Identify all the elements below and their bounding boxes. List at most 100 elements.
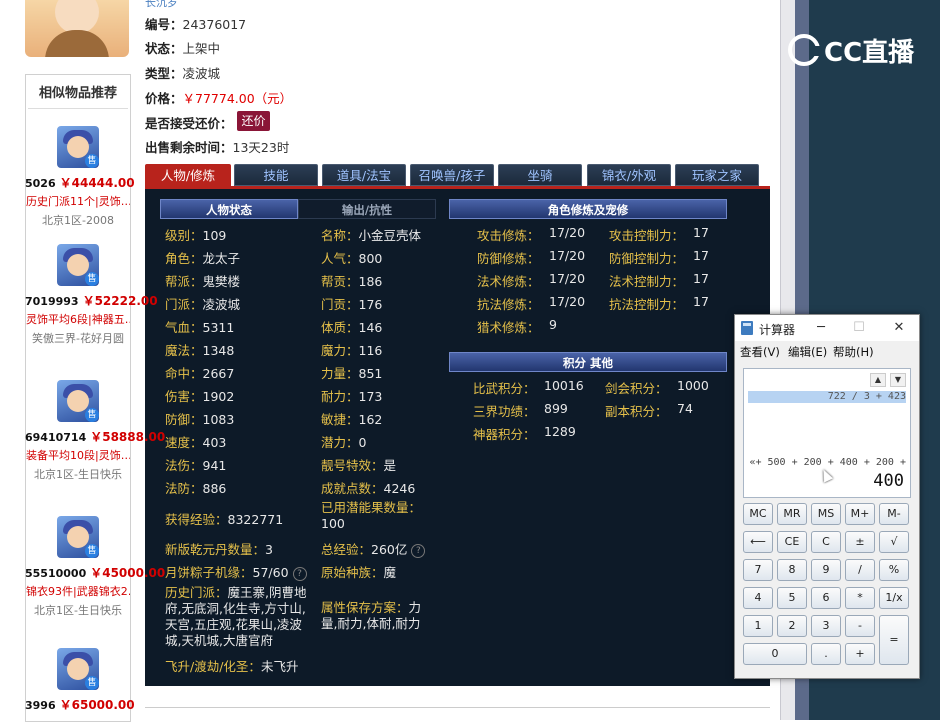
calc-key[interactable]: * [845,587,875,609]
minimize-button[interactable]: ─ [811,319,831,337]
calc-key[interactable]: 3 [811,615,841,637]
similar-item[interactable]: 售 5026 ￥44444.00 历史门派11个|灵饰… 北京1区-2008 [25,126,135,228]
stat-label: 角色： [165,251,203,266]
stat-value: 凌波城 [202,297,241,312]
calc-key[interactable]: MR [777,503,807,525]
type-label: 类型： [145,66,183,81]
help-icon[interactable]: ? [292,566,307,581]
similar-item-id: 3996 [25,699,56,712]
calc-key[interactable]: 1 [743,615,773,637]
calc-key[interactable]: % [879,559,909,581]
tab-3[interactable]: 召唤兽/孩子 [410,164,494,186]
help-icon[interactable]: ? [411,543,426,558]
tab-1[interactable]: 技能 [234,164,318,186]
maximize-button[interactable]: ☐ [849,319,869,337]
similar-item-desc[interactable]: 装备平均10段|灵饰… [26,447,130,463]
tab-0[interactable]: 人物/修炼 [145,164,231,186]
control-value: 17 [693,294,709,309]
price-row: 价格：￥77774.00（元） [145,88,292,107]
calc-key[interactable]: + [845,643,875,665]
stat-value: 0 [358,435,367,450]
calc-key[interactable]: 4 [743,587,773,609]
similar-item-avatar[interactable]: 售 [57,244,99,286]
similar-item[interactable]: 售 55510000 ￥45000.00 锦衣93件|武器锦衣2… 北京1区-生日快乐 [25,516,165,618]
menu-view[interactable]: 查看(V) [740,344,780,360]
similar-item[interactable]: 售 3996 ￥65000.00 [25,648,135,713]
stat-row: 潜力：0 [321,432,366,451]
calc-key[interactable]: M- [879,503,909,525]
section-header-attack[interactable]: 输出/抗性 [298,199,436,219]
calc-key[interactable]: 6 [811,587,841,609]
calc-key[interactable]: 0 [743,643,807,665]
close-button[interactable]: ✕ [889,319,909,337]
history-scroll-up[interactable]: ▲ [870,373,886,387]
similar-item-price-line: 5026 ￥44444.00 [25,174,135,191]
control-row: 攻击控制力： [609,225,684,244]
calc-key[interactable]: 8 [777,559,807,581]
similar-item[interactable]: 售 69410714 ￥58888.00 装备平均10段|灵饰… 北京1区-生日快乐 [25,380,165,482]
stat-label: 命中： [165,366,203,381]
calc-key[interactable]: 7 [743,559,773,581]
bargain-button[interactable]: 还价 [237,111,270,131]
race-label: 原始种族： [321,565,384,580]
calc-key[interactable]: M+ [845,503,875,525]
remaining-time-row: 出售剩余时间：13天23时 [145,137,289,156]
similar-item-price: ￥65000.00 [59,698,135,712]
tab-5[interactable]: 锦衣/外观 [587,164,671,186]
calc-key[interactable]: MS [811,503,841,525]
yuebing-value: 57/60 [252,565,289,580]
cultivation-row: 防御修炼： [477,248,540,267]
calc-key[interactable]: CE [777,531,807,553]
stat-row: 角色：龙太子 [165,248,240,267]
calculator-window[interactable]: 计算器 ─ ☐ ✕ 查看(V) 编辑(E) 帮助(H) ▲ ▼ 722 / 3 … [734,314,920,679]
race-value: 魔 [383,565,397,580]
similar-item-avatar[interactable]: 售 [57,380,99,422]
calc-key[interactable]: MC [743,503,773,525]
calc-key[interactable]: 1/x [879,587,909,609]
history-scroll-down[interactable]: ▼ [890,373,906,387]
sold-badge: 售 [85,272,99,286]
calc-key[interactable]: 5 [777,587,807,609]
stat-label: 门派： [165,297,203,312]
calc-key[interactable]: ± [845,531,875,553]
similar-item[interactable]: 售 7019993 ￥52222.00 灵饰平均6段|神器五… 笑傲三界-花好月圆 [25,244,158,346]
calc-key[interactable]: ⟵ [743,531,773,553]
calc-key[interactable]: / [845,559,875,581]
calc-key[interactable]: - [845,615,875,637]
calc-key[interactable]: √ [879,531,909,553]
remaining-time-label: 出售剩余时间： [145,140,233,155]
calc-key[interactable]: = [879,615,909,665]
tab-4[interactable]: 坐骑 [498,164,582,186]
stat-row: 魔法：1348 [165,340,234,359]
tab-2[interactable]: 道具/法宝 [322,164,406,186]
cultivation-value: 17/20 [549,225,586,240]
similar-item-avatar[interactable]: 售 [57,648,99,690]
stat-row: 法伤：941 [165,455,226,474]
calculator-title: 计算器 [759,323,796,337]
control-value: 17 [693,225,709,240]
stat-value: 162 [358,412,383,427]
menu-edit[interactable]: 编辑(E) [788,344,827,360]
calc-key[interactable]: 9 [811,559,841,581]
sold-badge: 售 [85,676,99,690]
calc-key[interactable]: 2 [777,615,807,637]
similar-item-avatar[interactable]: 售 [57,126,99,168]
section-header-status[interactable]: 人物状态 [160,199,298,219]
similar-item-desc[interactable]: 灵饰平均6段|神器五… [26,311,130,327]
stat-row: 帮派：鬼樊楼 [165,271,240,290]
menu-help[interactable]: 帮助(H) [833,344,874,360]
cultivation-label: 防御修炼： [477,251,540,266]
similar-item-desc[interactable]: 历史门派11个|灵饰… [26,193,130,209]
calc-key[interactable]: C [811,531,841,553]
similar-item-desc[interactable]: 锦衣93件|武器锦衣2… [26,583,130,599]
calc-key[interactable]: . [811,643,841,665]
similar-items-title: 相似物品推荐 [38,86,117,101]
calculator-titlebar[interactable]: 计算器 ─ ☐ ✕ [735,315,919,341]
stat-value: 5311 [202,320,235,335]
tab-6[interactable]: 玩家之家 [675,164,759,186]
stat-value: 800 [358,251,383,266]
similar-item-avatar[interactable]: 售 [57,516,99,558]
cc-live-logo: CC直播 [788,30,918,70]
similar-title-divider [28,108,128,109]
calculator-history[interactable]: 722 / 3 + 423 [748,391,906,403]
